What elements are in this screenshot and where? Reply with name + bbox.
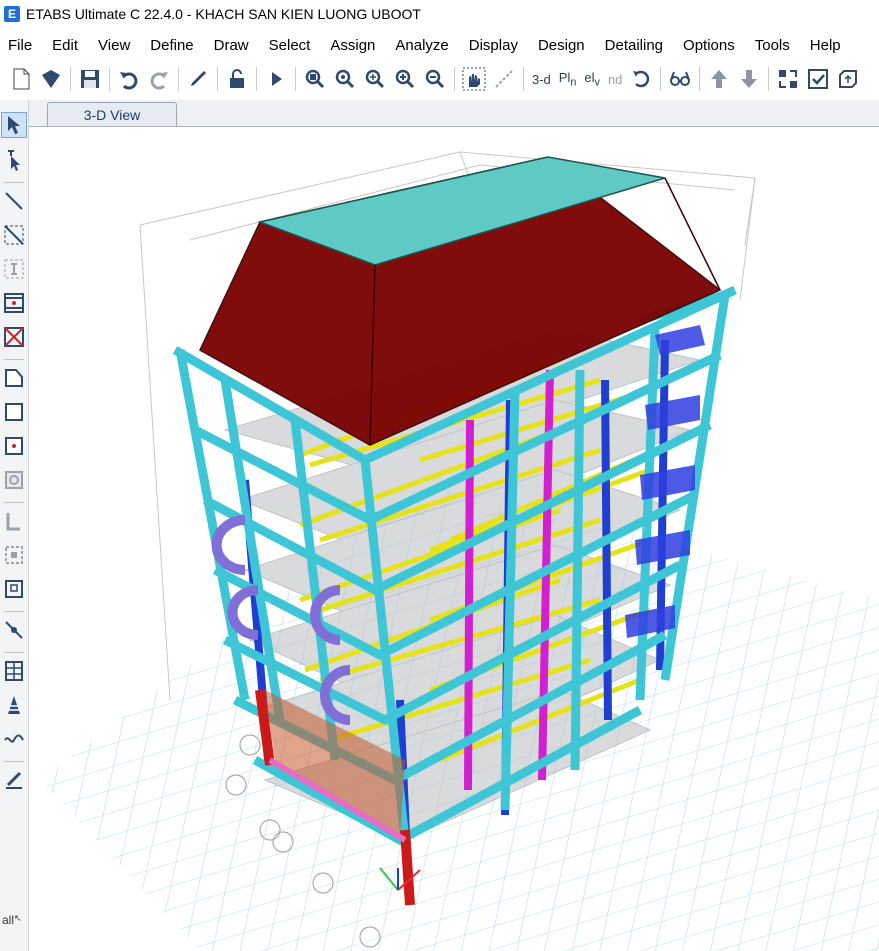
extrude-icon[interactable]: [835, 66, 861, 92]
draw-polygon-area-icon[interactable]: [2, 366, 26, 390]
draw-column-icon[interactable]: [2, 257, 26, 281]
draw-opening-icon[interactable]: [2, 468, 26, 492]
elevation-view-label: el: [584, 69, 595, 85]
toolbar-divider: [4, 502, 24, 503]
pencil-icon[interactable]: [185, 66, 211, 92]
draw-tendon-icon[interactable]: [2, 693, 26, 717]
reshape-pointer-icon[interactable]: [2, 148, 26, 172]
left-toolbar: all↖: [0, 100, 29, 951]
run-analysis-icon[interactable]: [263, 66, 289, 92]
toolbar-divider: [256, 67, 257, 91]
toolbar-divider: [768, 67, 770, 91]
zoom-extents-icon[interactable]: [332, 66, 358, 92]
elevation-view-sublabel: v: [594, 76, 600, 89]
zoom-out-icon[interactable]: [422, 66, 448, 92]
toolbar-divider: [4, 611, 24, 612]
view-3d-button[interactable]: 3-d: [532, 72, 551, 87]
menu-assign[interactable]: Assign: [320, 37, 385, 54]
quick-draw-area-icon[interactable]: [2, 434, 26, 458]
toolbar-divider: [217, 67, 218, 91]
menu-tools[interactable]: Tools: [745, 37, 800, 54]
checkbox-icon[interactable]: [805, 66, 831, 92]
toolbar-divider: [4, 761, 24, 762]
plan-view-sublabel: n: [570, 76, 577, 89]
menu-analyze[interactable]: Analyze: [385, 37, 458, 54]
draw-curve-icon[interactable]: [2, 727, 26, 751]
draw-frame-icon[interactable]: [2, 189, 26, 213]
window-title: ETABS Ultimate C 22.4.0 - KHACH SAN KIEN…: [26, 6, 421, 22]
pan-hand-icon[interactable]: [461, 66, 487, 92]
menu-view[interactable]: View: [88, 37, 140, 54]
etabs-logo-icon: E: [4, 6, 20, 22]
toolbar-divider: [454, 67, 455, 91]
menu-edit[interactable]: Edit: [42, 37, 88, 54]
menu-help[interactable]: Help: [800, 37, 851, 54]
select-all-button[interactable]: all↖: [2, 913, 22, 927]
menu-design[interactable]: Design: [528, 37, 595, 54]
main-toolbar: 3-d Pln elv nd: [0, 62, 879, 96]
draw-cross-brace-icon[interactable]: [2, 325, 26, 349]
toolbar-divider: [4, 652, 24, 653]
title-bar: E ETABS Ultimate C 22.4.0 - KHACH SAN KI…: [0, 0, 879, 28]
menu-select[interactable]: Select: [259, 37, 321, 54]
draw-link-icon[interactable]: [2, 618, 26, 642]
elevation-view-button[interactable]: elv: [584, 70, 600, 89]
redo-icon[interactable]: [146, 66, 172, 92]
quick-draw-wall-icon[interactable]: [2, 543, 26, 567]
menu-bar: File Edit View Define Draw Select Assign…: [0, 30, 879, 60]
menu-display[interactable]: Display: [459, 37, 528, 54]
move-down-icon[interactable]: [736, 66, 762, 92]
measure-icon[interactable]: [491, 66, 517, 92]
draw-beam-icon[interactable]: [2, 291, 26, 315]
select-all-arrow-icon: ↖: [14, 913, 22, 923]
rotate-3d-icon[interactable]: [628, 66, 654, 92]
object-shrink-icon[interactable]: [775, 66, 801, 92]
draw-brace-icon[interactable]: [2, 223, 26, 247]
toolbar-divider: [523, 67, 524, 91]
toolbar-divider: [660, 67, 662, 91]
toolbar-divider: [4, 359, 24, 360]
new-file-icon[interactable]: [8, 66, 34, 92]
select-all-label: all: [2, 913, 15, 927]
menu-options[interactable]: Options: [673, 37, 745, 54]
plan-view-label: Pl: [558, 69, 571, 85]
undo-icon[interactable]: [116, 66, 142, 92]
toolbar-divider: [178, 67, 179, 91]
view-tab-strip: 3-D View: [29, 100, 879, 127]
zoom-previous-icon[interactable]: [362, 66, 388, 92]
nd-view-button[interactable]: nd: [608, 72, 622, 87]
plan-view-button[interactable]: Pln: [559, 70, 577, 89]
toolbar-divider: [295, 67, 296, 91]
structural-model-canvas[interactable]: [29, 127, 879, 951]
draw-wall-icon[interactable]: [2, 509, 26, 533]
tab-3d-view[interactable]: 3-D View: [47, 102, 177, 126]
draw-rectangle-area-icon[interactable]: [2, 400, 26, 424]
menu-file[interactable]: File: [0, 37, 42, 54]
toolbar-divider: [4, 182, 24, 183]
draw-dimension-icon[interactable]: [2, 768, 26, 792]
move-up-icon[interactable]: [706, 66, 732, 92]
draw-wall-opening-icon[interactable]: [2, 577, 26, 601]
save-icon[interactable]: [77, 66, 103, 92]
toolbar-divider: [699, 67, 701, 91]
toolbar-divider: [70, 67, 71, 91]
menu-draw[interactable]: Draw: [204, 37, 259, 54]
perspective-glasses-icon[interactable]: [667, 66, 693, 92]
menu-detailing[interactable]: Detailing: [595, 37, 673, 54]
select-pointer-icon[interactable]: [1, 112, 27, 138]
draw-grid-icon[interactable]: [2, 659, 26, 683]
toolbar-divider: [109, 67, 110, 91]
menu-define[interactable]: Define: [140, 37, 203, 54]
model-3d-viewport[interactable]: [29, 127, 879, 951]
zoom-window-icon[interactable]: [302, 66, 328, 92]
zoom-in-icon[interactable]: [392, 66, 418, 92]
lock-icon[interactable]: [224, 66, 250, 92]
open-file-icon[interactable]: [38, 66, 64, 92]
